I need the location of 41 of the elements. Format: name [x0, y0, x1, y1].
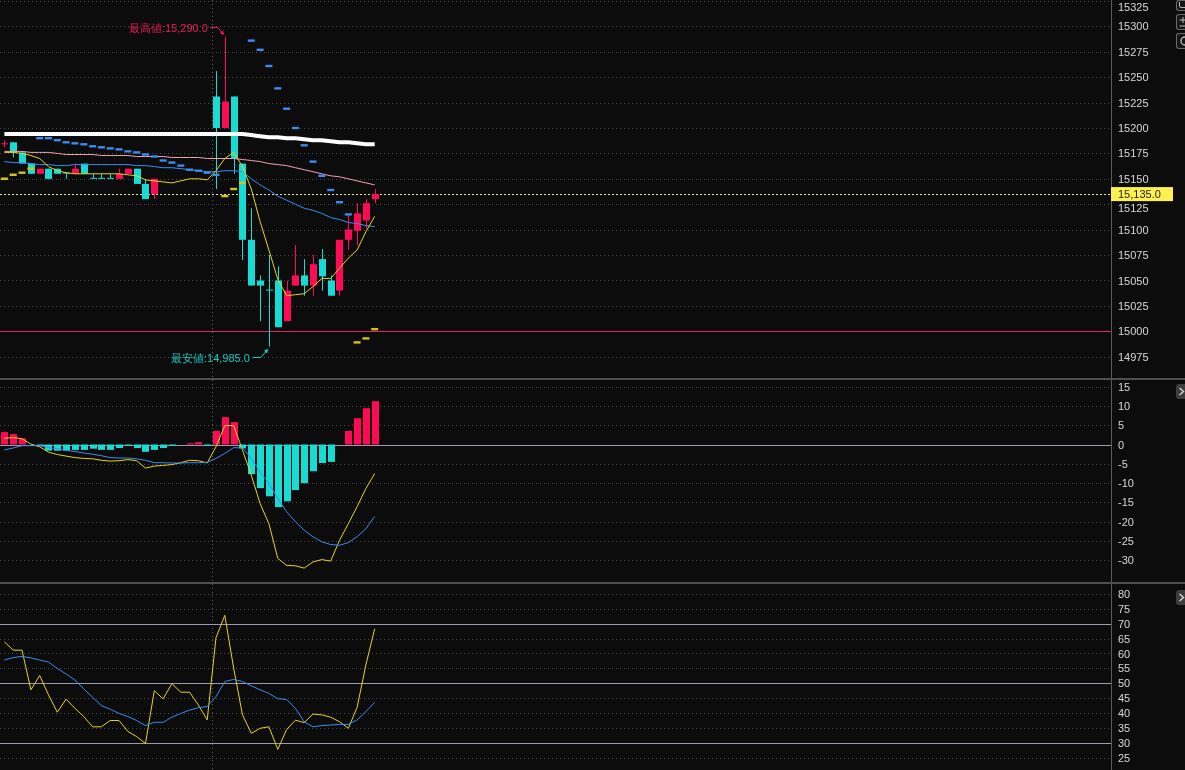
ref-line-label: 15,135.0 [1118, 188, 1161, 201]
axis-label: 15300 [1118, 20, 1149, 33]
axis-label: 15225 [1118, 96, 1149, 109]
axis-label: -20 [1118, 515, 1134, 528]
high-price-label: 最高値:15,290.0 [128, 21, 208, 34]
axis-label: 40 [1118, 707, 1131, 720]
axis-label: 15000 [1118, 325, 1149, 338]
low-price-label: 最安値:14,985.0 [171, 351, 250, 364]
axis-label: -10 [1118, 477, 1134, 490]
axis-label: 15100 [1118, 223, 1149, 236]
axis-label: 75 [1118, 602, 1131, 615]
axis-label: 65 [1118, 632, 1131, 645]
price-tag: 15,135.0 [1111, 187, 1173, 202]
axis-label: 45 [1118, 692, 1131, 705]
axis-label: 55 [1118, 662, 1131, 675]
axis-label: 35 [1118, 722, 1131, 734]
axis-label: 14975 [1118, 350, 1149, 363]
axis-label: 15275 [1118, 45, 1149, 58]
axis-label: 15075 [1118, 249, 1149, 261]
axis-label: 15125 [1118, 202, 1149, 215]
axis-label: 10 [1118, 399, 1131, 412]
axis-label: -5 [1118, 457, 1128, 470]
axis-label: 80 [1118, 587, 1131, 600]
axis-label: 15 [1118, 381, 1131, 393]
axis-label: 15050 [1118, 274, 1149, 287]
axis-label: 15025 [1118, 299, 1149, 312]
axis-label: 15325 [1118, 1, 1149, 13]
axis-label: 0 [1118, 438, 1125, 451]
axis-label: -30 [1118, 554, 1134, 567]
axis-label: 60 [1118, 647, 1131, 660]
axis-label: 15150 [1118, 172, 1149, 185]
axis-label: 15250 [1118, 71, 1149, 84]
axis-label: -25 [1118, 535, 1134, 548]
axis-label: 5 [1118, 419, 1125, 432]
axis-label: 50 [1118, 677, 1131, 690]
axis-label: -15 [1118, 496, 1134, 509]
axis-label: 30 [1118, 736, 1131, 749]
axis-label: 70 [1118, 617, 1131, 630]
axis-label: 15200 [1118, 122, 1149, 134]
axis-label: 15175 [1118, 147, 1149, 160]
axis-label: 25 [1118, 751, 1131, 764]
